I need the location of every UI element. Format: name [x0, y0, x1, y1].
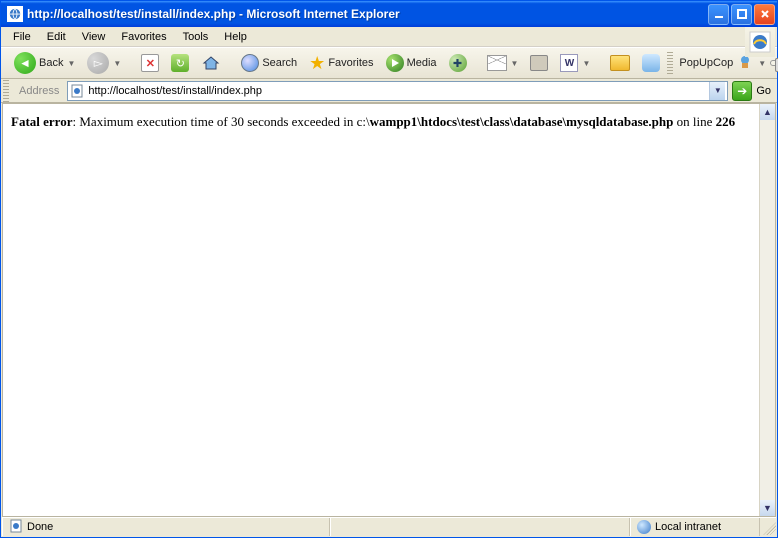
status-left: Done [2, 518, 330, 536]
addressbar-grip[interactable] [3, 80, 9, 102]
back-icon: ◄ [14, 52, 36, 74]
status-zone: Local intranet [630, 518, 760, 536]
toolbar: ◄ Back ▼ ▻ ▼ ✕ ↻ Search ★ Favorites Medi… [1, 47, 777, 79]
messenger-icon [642, 54, 660, 72]
scroll-down-icon[interactable]: ▼ [760, 500, 775, 516]
mail-dropdown-icon[interactable]: ▼ [511, 59, 519, 68]
stop-icon: ✕ [141, 54, 159, 72]
refresh-button[interactable]: ↻ [166, 50, 194, 76]
refresh-icon: ↻ [171, 54, 189, 72]
page-icon [70, 84, 84, 98]
address-url[interactable]: http://localhost/test/install/index.php [88, 85, 705, 97]
back-label: Back [39, 57, 63, 69]
error-line: 226 [716, 114, 736, 129]
edit-button[interactable]: W▼ [555, 50, 595, 76]
error-text-1: Maximum execution time of 30 seconds exc… [79, 114, 369, 129]
menu-tools[interactable]: Tools [175, 29, 217, 45]
print-icon [530, 55, 548, 71]
menu-bar: File Edit View Favorites Tools Help [1, 27, 777, 47]
status-text: Done [27, 521, 53, 533]
go-arrow-icon: ➔ [737, 84, 747, 98]
folder-icon [610, 55, 630, 71]
back-button[interactable]: ◄ Back ▼ [9, 50, 80, 76]
address-dropdown-icon[interactable]: ▼ [709, 82, 725, 100]
favorites-button[interactable]: ★ Favorites [304, 50, 378, 76]
history-icon: ✚ [449, 54, 467, 72]
error-text-2: on line [673, 114, 715, 129]
vertical-scrollbar[interactable]: ▲ ▼ [759, 104, 775, 516]
forward-dropdown-icon[interactable]: ▼ [113, 59, 121, 68]
go-label: Go [756, 85, 775, 97]
maximize-button[interactable] [731, 4, 752, 25]
window-title: http://localhost/test/install/index.php … [27, 7, 708, 21]
forward-button[interactable]: ▻ ▼ [82, 50, 126, 76]
mail-button[interactable]: ▼ [482, 50, 524, 76]
page-content: Fatal error: Maximum execution time of 3… [2, 103, 776, 517]
media-button[interactable]: Media [381, 50, 442, 76]
search-icon [241, 54, 259, 72]
media-label: Media [407, 57, 437, 69]
search-button[interactable]: Search [236, 50, 302, 76]
menu-favorites[interactable]: Favorites [113, 29, 174, 45]
history-button[interactable]: ✚ [444, 50, 472, 76]
edit-dropdown-icon[interactable]: ▼ [582, 59, 590, 68]
stop-button[interactable]: ✕ [136, 50, 164, 76]
zone-label: Local intranet [655, 521, 721, 533]
popupcop-label[interactable]: PopUpCop [679, 57, 733, 69]
resize-grip-icon[interactable] [760, 519, 776, 535]
ie-throbber-icon [745, 27, 775, 57]
address-label: Address [15, 85, 63, 97]
status-page-icon [9, 519, 23, 536]
star-icon: ★ [309, 53, 325, 74]
close-button[interactable] [754, 4, 775, 25]
messenger-button[interactable] [637, 50, 665, 76]
status-bar: Done Local intranet [2, 517, 776, 536]
menu-view[interactable]: View [74, 29, 114, 45]
menu-help[interactable]: Help [216, 29, 255, 45]
menu-edit[interactable]: Edit [39, 29, 74, 45]
scroll-up-icon[interactable]: ▲ [760, 104, 775, 120]
favorites-label: Favorites [328, 57, 373, 69]
error-message: Fatal error: Maximum execution time of 3… [11, 114, 767, 130]
error-label: Fatal error [11, 114, 72, 129]
popupcop-slider[interactable] [770, 60, 778, 66]
media-icon [386, 54, 404, 72]
forward-icon: ▻ [87, 52, 109, 74]
status-middle [330, 518, 630, 536]
window-buttons [708, 4, 775, 25]
home-button[interactable] [196, 50, 226, 76]
go-button[interactable]: ➔ [732, 81, 752, 101]
home-icon [201, 53, 221, 73]
zone-icon [637, 520, 651, 534]
title-bar: http://localhost/test/install/index.php … [1, 1, 777, 27]
address-field[interactable]: http://localhost/test/install/index.php … [67, 81, 728, 101]
back-dropdown-icon[interactable]: ▼ [67, 59, 75, 68]
word-icon: W [560, 54, 578, 72]
menu-file[interactable]: File [5, 29, 39, 45]
mail-icon [487, 55, 507, 71]
toolbar-grip[interactable] [667, 52, 673, 74]
print-button[interactable] [525, 50, 553, 76]
folder-button[interactable] [605, 50, 635, 76]
popupcop-dropdown-icon[interactable]: ▼ [758, 59, 766, 68]
ie-page-icon [7, 6, 23, 22]
search-label: Search [262, 57, 297, 69]
address-bar: Address http://localhost/test/install/in… [1, 79, 777, 103]
error-path: wampp1\htdocs\test\class\database\mysqld… [370, 114, 674, 129]
minimize-button[interactable] [708, 4, 729, 25]
